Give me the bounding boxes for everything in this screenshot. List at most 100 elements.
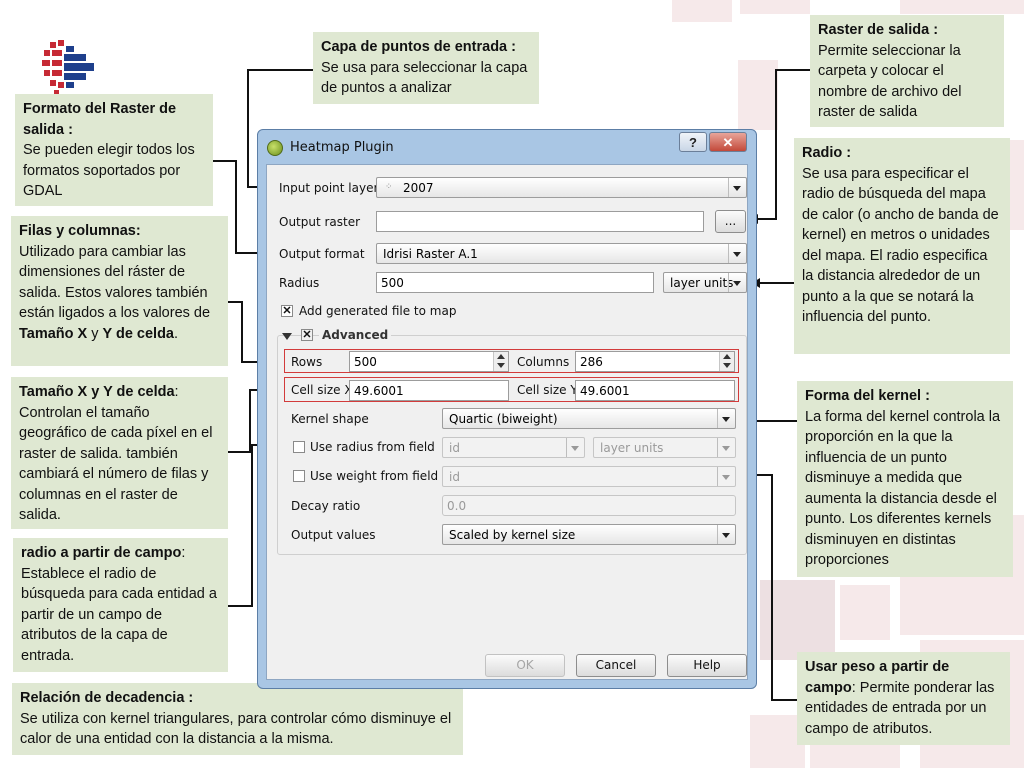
note-body: : Establece el radio de búsqueda para ca… — [21, 545, 217, 664]
columns-value: 286 — [580, 355, 603, 369]
radius-input[interactable]: 500 — [376, 272, 654, 293]
cell-size-y-label: Cell size Y — [517, 383, 578, 397]
note-title: Formato del Raster de salida : — [23, 101, 177, 138]
decay-ratio-input[interactable]: 0.0 — [442, 495, 736, 516]
add-to-map-label: Add generated file to map — [299, 304, 457, 318]
note-decadencia: Relación de decadencia : Se utiliza con … — [12, 683, 463, 755]
kernel-shape-select[interactable]: Quartic (biweight) — [442, 408, 736, 429]
note-body: Se pueden elegir todos los formatos sopo… — [23, 142, 195, 199]
rows-label: Rows — [291, 355, 323, 369]
note-title: Tamaño X y Y de celda — [19, 384, 175, 400]
qgis-icon — [267, 140, 283, 156]
ok-button[interactable]: OK — [485, 654, 565, 677]
weight-field-value: id — [449, 470, 460, 484]
kernel-shape-value: Quartic (biweight) — [449, 412, 558, 426]
radius-unit-value: layer units — [670, 276, 734, 290]
chevron-down-icon — [728, 273, 746, 292]
output-format-value: Idrisi Raster A.1 — [383, 247, 478, 261]
chevron-down-icon — [717, 438, 735, 457]
note-body: Se usa para seleccionar la capa de punto… — [321, 59, 528, 97]
weight-field-select[interactable]: id — [442, 466, 736, 487]
note-body: Se utiliza con kernel triangulares, para… — [20, 710, 452, 748]
output-raster-input[interactable] — [376, 211, 704, 232]
note-body: . — [174, 325, 179, 342]
cancel-button[interactable]: Cancel — [576, 654, 656, 677]
input-layer-value: 2007 — [403, 181, 434, 195]
note-radio-campo: radio a partir de campo: Establece el ra… — [13, 538, 228, 672]
note-title: radio a partir de campo — [21, 545, 182, 561]
radius-value: 500 — [381, 276, 404, 290]
cell-size-x-input[interactable]: 49.6001 — [349, 380, 509, 401]
input-layer-label: Input point layer — [279, 181, 379, 195]
kernel-shape-label: Kernel shape — [291, 412, 369, 426]
note-body: y — [87, 325, 103, 342]
help-title-button[interactable]: ? — [679, 132, 707, 152]
decay-ratio-label: Decay ratio — [291, 499, 361, 513]
advanced-label: Advanced — [319, 328, 392, 342]
note-title: Relación de decadencia : — [20, 690, 194, 706]
note-radio: Radio : Se usa para especificar el radio… — [794, 138, 1010, 354]
collapse-triangle-icon[interactable] — [282, 333, 292, 340]
decay-ratio-value: 0.0 — [447, 499, 467, 513]
output-values-label: Output values — [291, 528, 376, 542]
cell-size-y-value: 49.6001 — [580, 384, 630, 398]
chevron-down-icon — [717, 467, 735, 486]
note-capa-puntos: Capa de puntos de entrada : Se usa para … — [313, 32, 539, 104]
help-button[interactable]: Help — [667, 654, 747, 677]
chevron-down-icon — [717, 525, 735, 544]
output-values-value: Scaled by kernel size — [449, 528, 576, 542]
chevron-down-icon — [566, 438, 584, 457]
radius-field-checkbox[interactable] — [293, 441, 305, 453]
note-title: Filas y columnas: — [19, 223, 141, 239]
chevron-down-icon — [728, 244, 746, 263]
note-body: : Controlan el tamaño geográfico de cada… — [19, 384, 213, 523]
rows-value: 500 — [354, 355, 377, 369]
input-layer-select[interactable]: 2007 ⁘ — [376, 177, 747, 198]
weight-field-label: Use weight from field — [310, 469, 439, 483]
note-peso-campo: Usar peso a partir de campo: Permite pon… — [797, 652, 1010, 745]
note-formato-raster: Formato del Raster de salida : Se pueden… — [15, 94, 213, 206]
spin-arrows-icon[interactable] — [719, 352, 734, 371]
heatmap-dialog: Heatmap Plugin ? ✕ Input point layer 200… — [257, 129, 757, 689]
radius-field-value: id — [449, 441, 460, 455]
columns-label: Columns — [517, 355, 570, 369]
close-button[interactable]: ✕ — [709, 132, 747, 152]
note-title: Radio : — [802, 145, 852, 161]
browse-button[interactable]: ... — [715, 210, 746, 233]
radius-field-unit-select[interactable]: layer units — [593, 437, 736, 458]
cell-size-y-input[interactable]: 49.6001 — [575, 380, 735, 401]
advanced-checkbox[interactable]: ✕ — [301, 329, 313, 341]
note-body: Se usa para especificar el radio de búsq… — [802, 165, 999, 326]
add-to-map-checkbox[interactable]: ✕ — [281, 305, 293, 317]
radius-field-unit-value: layer units — [600, 441, 664, 455]
output-format-select[interactable]: Idrisi Raster A.1 — [376, 243, 747, 264]
note-title: Raster de salida : — [818, 22, 939, 38]
radius-label: Radius — [279, 276, 320, 290]
note-body: Utilizado para cambiar las dimensiones d… — [19, 243, 211, 322]
note-bold: Tamaño X — [19, 325, 88, 342]
note-filas-columnas: Filas y columnas: Utilizado para cambiar… — [11, 216, 228, 366]
point-layer-icon: ⁘ — [385, 182, 393, 192]
dialog-titlebar[interactable]: Heatmap Plugin ? ✕ — [258, 130, 756, 164]
note-title: Capa de puntos de entrada : — [321, 39, 516, 55]
spin-arrows-icon[interactable] — [493, 352, 508, 371]
note-body: La forma del kernel controla la proporci… — [805, 408, 1001, 569]
cell-size-x-label: Cell size X — [291, 383, 353, 397]
radius-field-label: Use radius from field — [310, 440, 435, 454]
cell-size-x-value: 49.6001 — [354, 384, 404, 398]
radius-field-select[interactable]: id — [442, 437, 585, 458]
note-title: Forma del kernel : — [805, 388, 930, 404]
output-values-select[interactable]: Scaled by kernel size — [442, 524, 736, 545]
note-forma-kernel: Forma del kernel : La forma del kernel c… — [797, 381, 1013, 577]
weight-field-checkbox[interactable] — [293, 470, 305, 482]
dialog-body: Input point layer 2007 ⁘ Output raster .… — [266, 164, 748, 680]
note-raster-salida: Raster de salida : Permite seleccionar l… — [810, 15, 1004, 127]
radius-unit-select[interactable]: layer units — [663, 272, 747, 293]
columns-input[interactable]: 286 — [575, 351, 735, 372]
rows-input[interactable]: 500 — [349, 351, 509, 372]
output-format-label: Output format — [279, 247, 365, 261]
note-bold: Y de celda — [102, 325, 174, 342]
chevron-down-icon — [728, 178, 746, 197]
output-raster-label: Output raster — [279, 215, 361, 229]
chevron-down-icon — [717, 409, 735, 428]
